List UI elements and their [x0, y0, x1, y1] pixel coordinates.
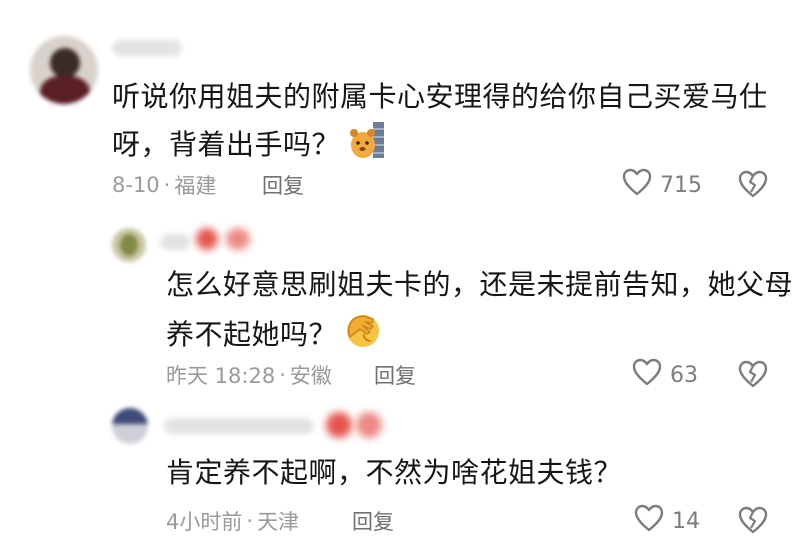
like-count: 715	[660, 172, 702, 198]
like-button[interactable]: 63	[632, 358, 698, 392]
dislike-button[interactable]	[738, 170, 768, 202]
reply-button[interactable]: 回复	[352, 506, 394, 536]
comment-meta: 8-10 · 福建	[112, 170, 216, 200]
comment-text-line: 肯定养不起啊，不然为啥花姐夫钱？	[166, 456, 623, 489]
avatar[interactable]	[30, 36, 98, 104]
username-decoration	[356, 412, 382, 438]
username-decoration	[196, 228, 218, 250]
username-decoration	[326, 412, 352, 438]
dislike-button[interactable]	[738, 506, 768, 538]
comment-location: 福建	[174, 174, 217, 198]
reply-button[interactable]: 回复	[262, 170, 304, 200]
facepalm-icon	[343, 310, 383, 362]
comment-meta: 4小时前 · 天津	[166, 506, 299, 536]
like-count: 63	[670, 362, 698, 388]
meta-separator: ·	[163, 173, 171, 197]
heart-icon	[632, 358, 662, 392]
comment-date: 昨天 18:28	[166, 364, 276, 388]
like-button[interactable]: 14	[634, 504, 700, 538]
username-decoration	[226, 228, 250, 250]
avatar[interactable]	[112, 228, 146, 262]
dog-hiding-icon	[346, 120, 386, 172]
comment-meta: 昨天 18:28 · 安徽	[166, 360, 332, 390]
comment-item: 怎么好意思刷姐夫卡的，还是未提前告知，她父母 养不起她吗？ 昨天 18:28 ·…	[0, 210, 800, 400]
comment-item: 肯定养不起啊，不然为啥花姐夫钱？ 4小时前 · 天津 回复 14	[0, 400, 800, 548]
comment-item: 听说你用姐夫的附属卡心安理得的给你自己买爱马仕 呀，背着出手吗？ 8-10 · …	[0, 0, 800, 210]
comment-location: 天津	[257, 510, 300, 534]
comment-text-line: 怎么好意思刷姐夫卡的，还是未提前告知，她父母	[166, 268, 794, 301]
comment-text: 怎么好意思刷姐夫卡的，还是未提前告知，她父母	[166, 264, 793, 306]
comment-text-line: 呀，背着出手吗？	[112, 128, 341, 161]
comment-date: 8-10	[112, 173, 160, 197]
broken-heart-icon	[738, 170, 768, 202]
username[interactable]	[112, 40, 182, 56]
comment-text-line: 听说你用姐夫的附属卡心安理得的给你自己买爱马仕	[112, 80, 768, 113]
username[interactable]	[160, 234, 190, 250]
comment-location: 安徽	[289, 364, 332, 388]
comment-text: 听说你用姐夫的附属卡心安理得的给你自己买爱马仕	[112, 76, 768, 118]
heart-icon	[622, 168, 652, 202]
comment-date: 4小时前	[166, 510, 243, 534]
reply-button[interactable]: 回复	[374, 360, 416, 390]
like-button[interactable]: 715	[622, 168, 702, 202]
username[interactable]	[164, 418, 314, 434]
broken-heart-icon	[738, 506, 768, 538]
like-count: 14	[672, 508, 700, 534]
avatar[interactable]	[112, 408, 148, 444]
comment-text: 呀，背着出手吗？	[112, 120, 386, 172]
comment-text: 肯定养不起啊，不然为啥花姐夫钱？	[166, 452, 622, 494]
comment-text-line: 养不起她吗？	[166, 318, 338, 351]
comment-text: 养不起她吗？	[166, 310, 383, 362]
heart-icon	[634, 504, 664, 538]
broken-heart-icon	[738, 360, 768, 392]
meta-separator: ·	[246, 509, 254, 533]
meta-separator: ·	[279, 363, 286, 387]
dislike-button[interactable]	[738, 360, 768, 392]
